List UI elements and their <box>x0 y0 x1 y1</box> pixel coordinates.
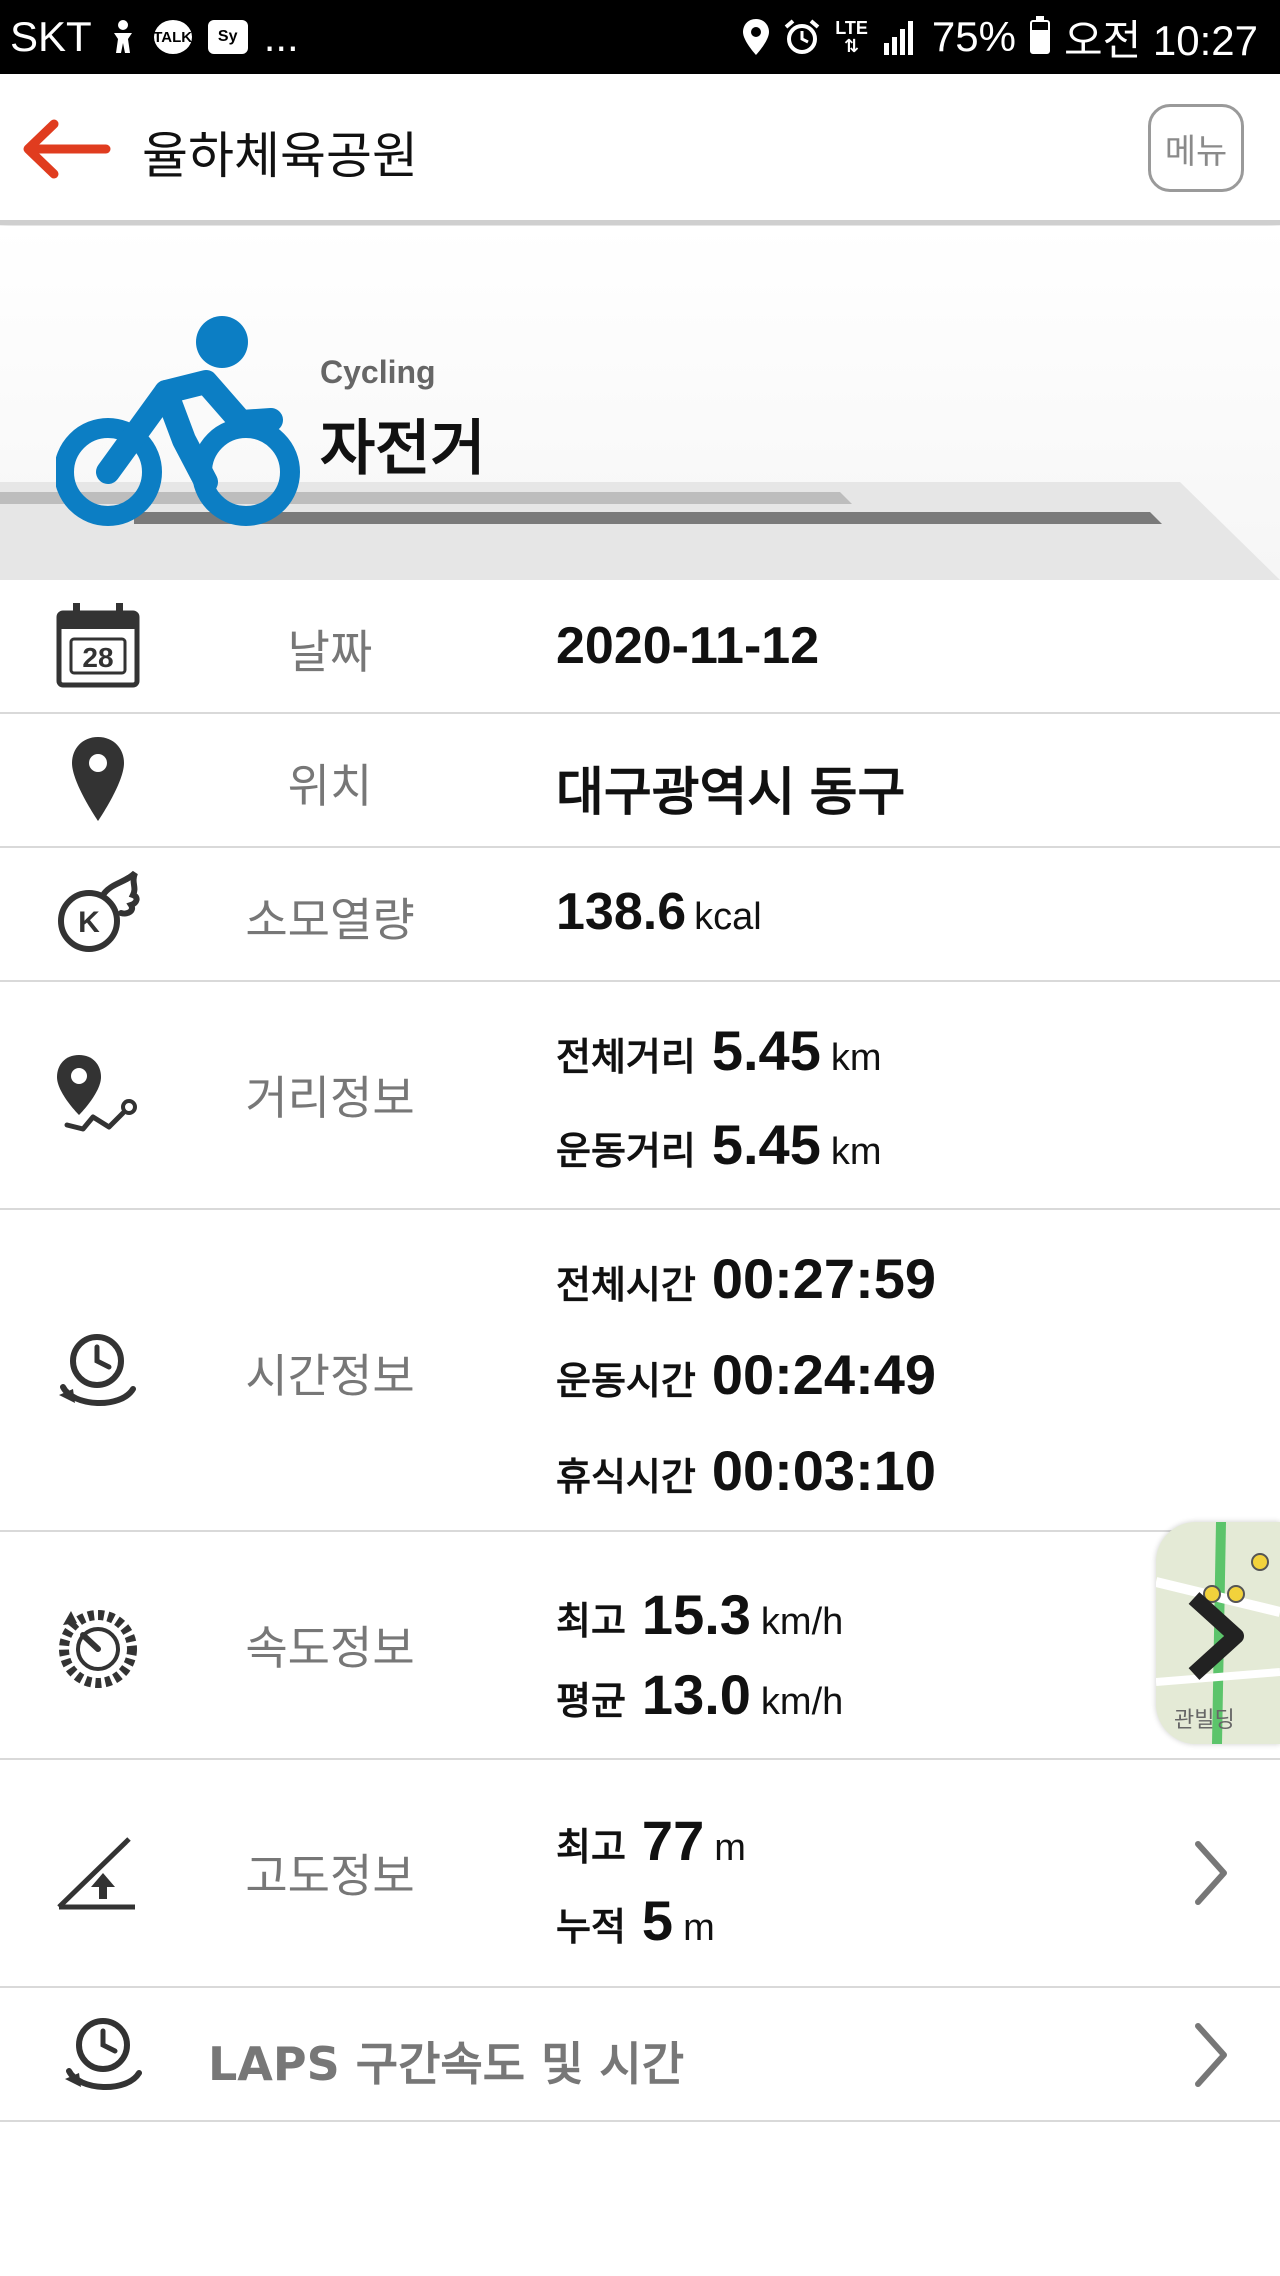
calories-value-group: 138.6 kcal <box>556 882 762 942</box>
rest-time-line: 휴식시간 00:03:10 <box>556 1438 936 1503</box>
exercise-distance-unit: km <box>830 1131 882 1173</box>
more-notifications-indicator: ... <box>263 13 299 60</box>
total-time-value: 00:27:59 <box>711 1247 937 1310</box>
total-distance-label: 전체거리 <box>556 1035 696 1079</box>
calendar-day-number: 28 <box>82 642 113 673</box>
rest-time-label: 휴식시간 <box>556 1455 696 1499</box>
calories-row: K 소모열량 138.6 kcal <box>0 848 1280 982</box>
laps-stopwatch-icon <box>56 2006 152 2102</box>
speed-label: 속도정보 <box>245 1621 415 1675</box>
location-icon <box>743 19 770 55</box>
speed-row: 속도정보 최고 15.3 km/h 평균 13.0 km/h <box>0 1532 1280 1760</box>
max-altitude-label: 최고 <box>556 1825 626 1869</box>
activity-name: 자전거 <box>320 414 486 484</box>
kakaotalk-icon: TALK <box>153 20 192 54</box>
calendar-icon: 28 <box>50 598 146 694</box>
exercise-distance-value: 5.45 <box>711 1113 821 1176</box>
lte-indicator: LTE ⇅ <box>835 18 868 56</box>
back-button[interactable] <box>20 114 116 184</box>
battery-percent: 75% <box>931 13 1016 60</box>
exercise-distance-line: 운동거리 5.45 km <box>556 1112 882 1177</box>
max-altitude-line: 최고 77 m <box>556 1808 746 1873</box>
cumulative-altitude-line: 누적 5 m <box>556 1888 715 1953</box>
max-speed-value: 15.3 <box>641 1583 751 1646</box>
distance-row: 거리정보 전체거리 5.45 km 운동거리 5.45 km <box>0 982 1280 1210</box>
exercise-time-label: 운동시간 <box>556 1359 696 1403</box>
total-distance-unit: km <box>830 1037 882 1079</box>
laps-row[interactable]: LAPS 구간속도 및 시간 <box>0 1988 1280 2122</box>
calories-value: 138.6 <box>556 883 687 941</box>
map-thumbnail-button[interactable]: 관빌딩 <box>1156 1522 1280 1744</box>
avg-speed-label: 평균 <box>556 1679 626 1723</box>
clock: 오전 10:27 <box>1063 16 1258 64</box>
cumulative-altitude-unit: m <box>683 1907 715 1949</box>
altitude-label: 고도정보 <box>245 1849 415 1903</box>
cumulative-altitude-value: 5 <box>641 1889 674 1952</box>
stopwatch-icon <box>50 1322 146 1418</box>
signal-icon <box>882 19 918 55</box>
activity-subtitle: Cycling <box>320 354 436 390</box>
total-time-line: 전체시간 00:27:59 <box>556 1246 936 1311</box>
status-bar: SKT TALK Sy ... LTE ⇅ 75% 오전 10:27 <box>0 0 1280 74</box>
date-value: 2020-11-12 <box>556 617 820 675</box>
exercise-distance-label: 운동거리 <box>556 1129 696 1173</box>
avg-speed-unit: km/h <box>760 1681 844 1723</box>
chevron-right-icon <box>1195 2023 1227 2087</box>
page-title: 율하체육공원 <box>142 127 418 185</box>
carrier-label: SKT <box>10 13 92 60</box>
back-arrow-icon <box>23 119 111 179</box>
status-bar-left: SKT TALK Sy ... <box>10 0 299 74</box>
calories-label: 소모열량 <box>245 893 415 947</box>
date-row: 28 날짜 2020-11-12 <box>0 580 1280 714</box>
menu-button[interactable]: 메뉴 <box>1148 104 1244 192</box>
map-pin-icon <box>50 732 146 828</box>
altitude-row[interactable]: 고도정보 최고 77 m 누적 5 m <box>0 1760 1280 1988</box>
cumulative-altitude-label: 누적 <box>556 1905 626 1949</box>
time-row: 시간정보 전체시간 00:27:59 운동시간 00:24:49 휴식시간 00… <box>0 1210 1280 1532</box>
activity-banner: Cycling 자전거 <box>0 226 1280 580</box>
exercise-time-line: 운동시간 00:24:49 <box>556 1342 936 1407</box>
calorie-icon-letter: K <box>78 906 100 939</box>
laps-label: LAPS 구간속도 및 시간 <box>208 2037 685 2091</box>
max-speed-label: 최고 <box>556 1599 626 1643</box>
location-label: 위치 <box>287 759 373 813</box>
avg-speed-line: 평균 13.0 km/h <box>556 1662 843 1727</box>
sy-app-icon: Sy <box>207 20 248 54</box>
distance-label: 거리정보 <box>245 1071 415 1125</box>
map-thumbnail-text: 관빌딩 <box>1174 1708 1235 1733</box>
rest-time-value: 00:03:10 <box>711 1439 937 1502</box>
exercise-time-value: 00:24:49 <box>711 1343 937 1406</box>
avg-speed-value: 13.0 <box>641 1663 751 1726</box>
app-header: 율하체육공원 메뉴 <box>0 74 1280 225</box>
total-distance-value: 5.45 <box>711 1019 821 1082</box>
location-row: 위치 대구광역시 동구 <box>0 714 1280 848</box>
altitude-slope-icon <box>50 1826 146 1922</box>
speedometer-icon <box>50 1598 146 1694</box>
cycling-icon <box>56 316 300 526</box>
total-distance-line: 전체거리 5.45 km <box>556 1018 882 1083</box>
calorie-flame-icon: K <box>50 866 146 962</box>
date-label: 날짜 <box>287 625 373 679</box>
max-speed-unit: km/h <box>760 1601 844 1643</box>
time-label: 시간정보 <box>245 1349 415 1403</box>
battery-icon <box>1029 16 1050 54</box>
accessibility-icon <box>108 19 138 55</box>
location-value: 대구광역시 동구 <box>556 764 906 822</box>
max-altitude-unit: m <box>714 1827 746 1869</box>
alarm-icon <box>783 18 821 56</box>
max-altitude-value: 77 <box>641 1809 705 1872</box>
calories-unit: kcal <box>694 896 762 938</box>
status-bar-right: LTE ⇅ 75% 오전 10:27 <box>743 0 1258 74</box>
max-speed-line: 최고 15.3 km/h <box>556 1582 843 1647</box>
chevron-right-icon <box>1195 1841 1227 1905</box>
total-time-label: 전체시간 <box>556 1263 696 1307</box>
route-pin-icon <box>50 1048 146 1144</box>
